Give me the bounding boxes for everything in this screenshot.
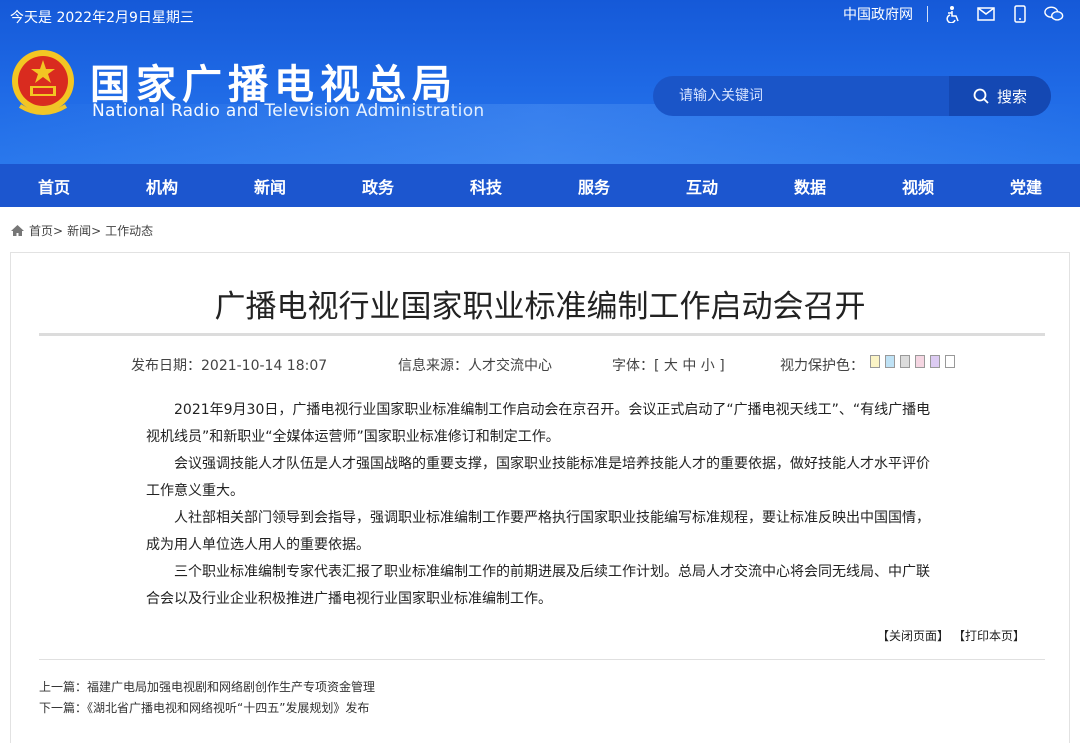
nav-item-data[interactable]: 数据 [756, 164, 864, 207]
wechat-icon[interactable] [1044, 4, 1064, 24]
nav-item-video[interactable]: 视频 [864, 164, 972, 207]
mobile-icon[interactable] [1010, 4, 1030, 24]
mail-icon[interactable] [976, 4, 996, 24]
eye-care-swatches [870, 355, 955, 368]
nav-item-home[interactable]: 首页 [0, 164, 108, 207]
footer-divider [39, 659, 1045, 660]
font-size-control[interactable]: 字体：[ 大 中 小 ] [612, 355, 725, 375]
top-bar: 今天是 2022年2月9日星期三 中国政府网 [0, 0, 1080, 32]
swatch-blue[interactable] [885, 355, 895, 368]
print-page-link[interactable]: 【打印本页】 [953, 627, 1025, 644]
title-divider [39, 333, 1045, 336]
site-subtitle: National Radio and Television Administra… [92, 101, 485, 121]
main-nav: 首页 机构 新闻 政务 科技 服务 互动 数据 视频 党建 [0, 164, 1080, 207]
breadcrumb: 首页> 新闻> 工作动态 [0, 207, 1080, 253]
swatch-yellow[interactable] [870, 355, 880, 368]
breadcrumb-current[interactable]: 工作动态 [105, 222, 153, 239]
search-button[interactable]: 搜索 [949, 76, 1051, 116]
national-emblem-icon [12, 50, 74, 115]
nav-item-organization[interactable]: 机构 [108, 164, 216, 207]
next-article-link[interactable]: 下一篇：《湖北省广播电视和网络视听“十四五”发展规划》发布 [39, 698, 375, 719]
today-date: 今天是 2022年2月9日星期三 [10, 10, 194, 26]
article-title: 广播电视行业国家职业标准编制工作启动会召开 [214, 289, 866, 325]
prev-article-link[interactable]: 上一篇：福建广电局加强电视剧和网络剧创作生产专项资金管理 [39, 677, 375, 698]
article-body: 2021年9月30日，广播电视行业国家职业标准编制工作启动会在京召开。会议正式启… [146, 397, 931, 613]
breadcrumb-news[interactable]: 新闻> [67, 222, 101, 239]
site-header: 今天是 2022年2月9日星期三 中国政府网 国家广播电视总局 National [0, 0, 1080, 164]
article-paragraph: 三个职业标准编制专家代表汇报了职业标准编制工作的前期进展及后续工作计划。总局人才… [146, 564, 930, 607]
eye-care-label: 视力保护色： [780, 358, 864, 374]
nav-item-news[interactable]: 新闻 [216, 164, 324, 207]
search-bar: 搜索 [653, 76, 1051, 116]
breadcrumb-home[interactable]: 首页> [29, 222, 63, 239]
nav-item-party[interactable]: 党建 [972, 164, 1080, 207]
article-paragraph: 会议强调技能人才队伍是人才强国战略的重要支撑，国家职业技能标准是培养技能人才的重… [146, 456, 930, 499]
search-icon [973, 88, 989, 104]
close-page-link[interactable]: 【关闭页面】 [877, 627, 949, 644]
swatch-pink[interactable] [915, 355, 925, 368]
nav-item-services[interactable]: 服务 [540, 164, 648, 207]
swatch-purple[interactable] [930, 355, 940, 368]
search-button-label: 搜索 [996, 87, 1027, 106]
nav-item-government-affairs[interactable]: 政务 [324, 164, 432, 207]
article-paragraph: 2021年9月30日，广播电视行业国家职业标准编制工作启动会在京召开。会议正式启… [146, 402, 931, 445]
top-links: 中国政府网 [843, 4, 1064, 24]
divider [927, 6, 928, 22]
gov-link[interactable]: 中国政府网 [843, 4, 913, 24]
page-actions: 【关闭页面】 【打印本页】 [877, 627, 1025, 644]
swatch-gray[interactable] [900, 355, 910, 368]
home-icon [11, 224, 24, 236]
publish-date: 发布日期：2021-10-14 18:07 [131, 358, 328, 374]
swatch-white[interactable] [945, 355, 955, 368]
nav-item-technology[interactable]: 科技 [432, 164, 540, 207]
article-card: 广播电视行业国家职业标准编制工作启动会召开 发布日期：2021-10-14 18… [10, 252, 1070, 743]
article-paragraph: 人社部相关部门领导到会指导，强调职业标准编制工作要严格执行国家职业技能编写标准规… [146, 510, 930, 553]
search-input[interactable] [653, 76, 949, 116]
nav-item-interaction[interactable]: 互动 [648, 164, 756, 207]
accessibility-icon[interactable] [942, 4, 962, 24]
prev-next-links: 上一篇：福建广电局加强电视剧和网络剧创作生产专项资金管理 下一篇：《湖北省广播电… [39, 677, 375, 719]
article-source: 信息来源：人才交流中心 [398, 358, 552, 374]
